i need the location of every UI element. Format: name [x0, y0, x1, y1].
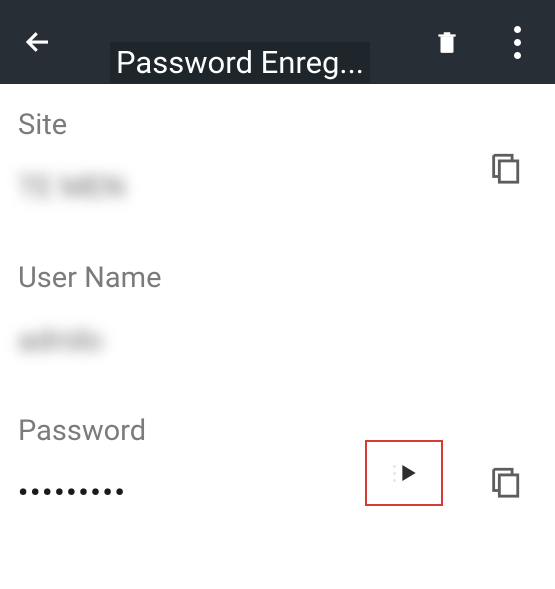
reveal-password-button[interactable]: [365, 440, 443, 506]
copy-password-button[interactable]: [483, 460, 527, 504]
dots-icon: [393, 465, 396, 482]
site-label: Site: [18, 108, 537, 142]
copy-icon: [488, 462, 522, 502]
site-value: TE MEN: [18, 170, 537, 205]
username-field: User Name adrido: [18, 261, 537, 358]
back-arrow-icon: [23, 27, 53, 57]
toolbar: Password Enreg...: [0, 0, 555, 84]
username-label: User Name: [18, 261, 537, 295]
password-field: Password •••••••••: [18, 414, 537, 509]
site-field: Site TE MEN: [18, 108, 537, 205]
back-button[interactable]: [18, 22, 58, 62]
delete-button[interactable]: [427, 22, 467, 62]
username-value: adrido: [18, 323, 537, 358]
page-title-text: Password Enreg...: [110, 42, 370, 83]
password-label: Password: [18, 414, 537, 448]
more-options-button[interactable]: [505, 22, 529, 62]
copy-icon: [488, 148, 522, 188]
copy-site-button[interactable]: [483, 146, 527, 190]
more-vertical-icon: [514, 26, 521, 59]
toolbar-actions: [427, 22, 537, 62]
password-value: •••••••••: [18, 476, 537, 509]
play-icon: [402, 465, 416, 481]
content-area: Site TE MEN User Name adrido Password ••…: [0, 84, 555, 589]
trash-icon: [434, 27, 460, 57]
